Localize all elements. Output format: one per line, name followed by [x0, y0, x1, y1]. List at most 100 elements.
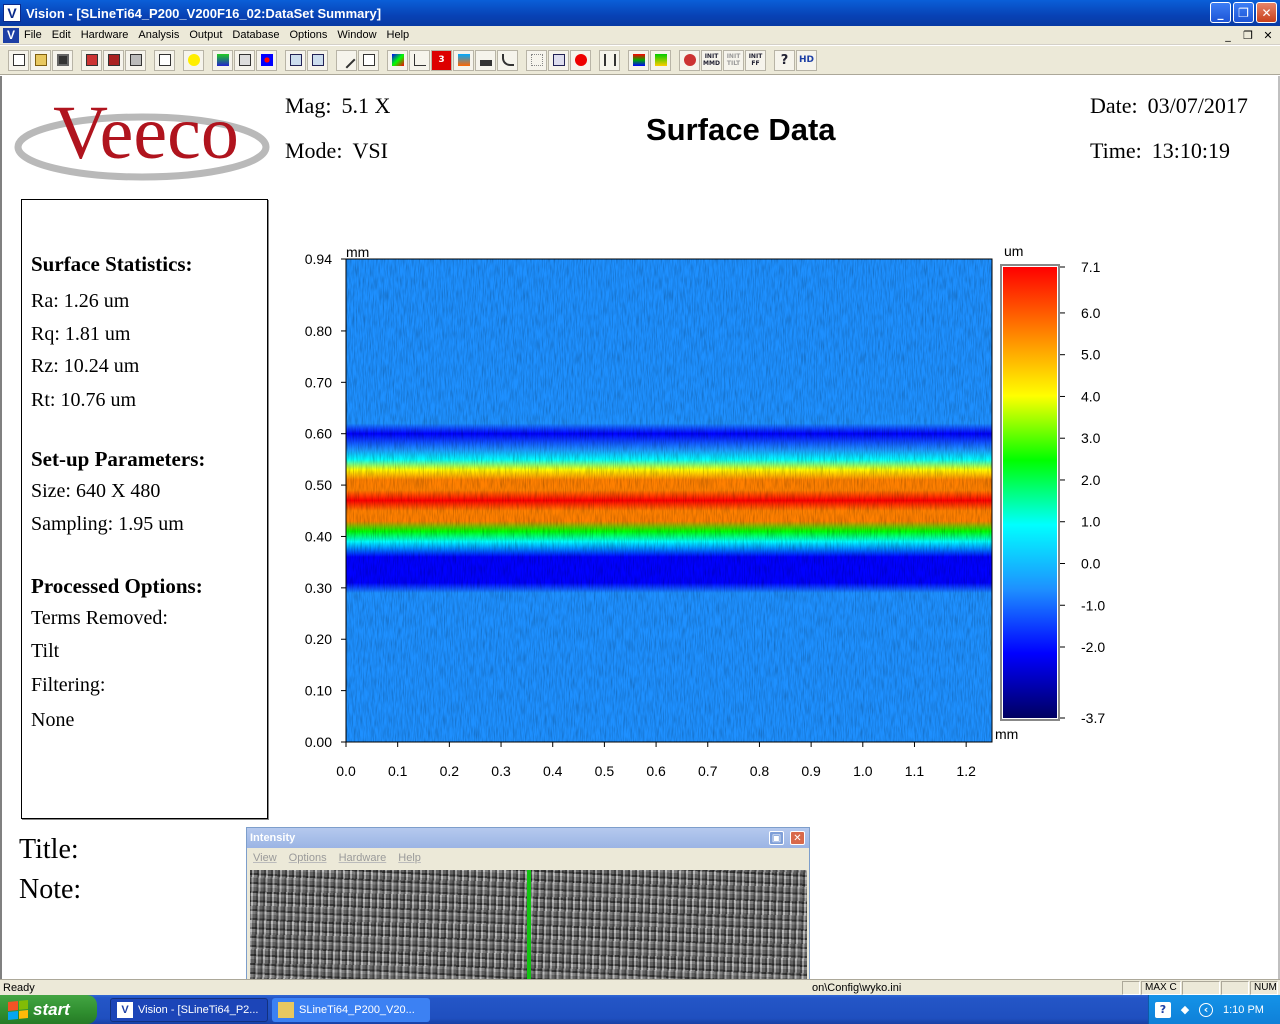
- mode-field: Mode: VSI: [285, 138, 388, 164]
- vision-task-icon: V: [117, 1002, 133, 1018]
- colorbar-tick-label: 2.0: [1081, 472, 1101, 488]
- task-vision[interactable]: V Vision - [SLineTi64_P2...: [110, 998, 268, 1022]
- minimize-button[interactable]: _: [1210, 2, 1231, 23]
- dataset-icon[interactable]: [234, 49, 255, 71]
- intensity-close-icon[interactable]: ✕: [790, 831, 805, 845]
- print-icon[interactable]: [125, 49, 146, 71]
- intensity-cursor-line[interactable]: [527, 870, 531, 995]
- light-icon[interactable]: [183, 49, 204, 71]
- status-text: Ready: [3, 981, 35, 994]
- intensity-menu-options[interactable]: Options: [289, 852, 327, 864]
- network-tray-icon[interactable]: ◆: [1177, 1002, 1193, 1018]
- task-vision-label: Vision - [SLineTi64_P2...: [138, 1004, 259, 1016]
- init-tilt-button[interactable]: INIT TILT: [723, 49, 744, 71]
- window-list-icon[interactable]: [285, 49, 306, 71]
- blank-page-icon[interactable]: [154, 49, 175, 71]
- mode-label: Mode:: [285, 138, 343, 163]
- intensity-menu-hardware[interactable]: Hardware: [339, 852, 387, 864]
- x-axis-ticks: 0.0 0.1 0.2 0.3 0.4 0.5 0.6 0.7 0.8 0.9 1.0 1.1 1.2: [336, 742, 976, 779]
- menu-output[interactable]: Output: [184, 29, 227, 41]
- x-tick-label: 0.6: [646, 763, 666, 779]
- x-tick-label: 1.0: [853, 763, 873, 779]
- intensity-menu-help[interactable]: Help: [398, 852, 421, 864]
- magnification-field: Mag: 5.1 X: [285, 93, 390, 119]
- date-value: 03/07/2017: [1147, 93, 1248, 118]
- sampling-value: Sampling: 1.95 um: [31, 513, 184, 535]
- window-grid-icon[interactable]: [307, 49, 328, 71]
- menu-options[interactable]: Options: [284, 29, 332, 41]
- mdi-controls: _ ❐ ✕: [1220, 28, 1276, 42]
- chevron-left-icon[interactable]: ‹: [1199, 1002, 1213, 1017]
- maximize-button[interactable]: ❐: [1233, 2, 1254, 23]
- task-folder-label: SLineTi64_P200_V20...: [299, 1004, 415, 1016]
- intensity-image[interactable]: [250, 870, 807, 995]
- close-button[interactable]: ✕: [1256, 2, 1277, 23]
- surface-heatmap-chart: 0.0 0.1 0.2 0.3 0.4 0.5 0.6 0.7 0.8 0.9 1.0 1.1 1.2 …: [305, 243, 1106, 779]
- filtering-value: None: [31, 709, 75, 731]
- contour-plot-icon[interactable]: [387, 49, 408, 71]
- measure-icon[interactable]: [336, 49, 357, 71]
- init-icon[interactable]: [679, 49, 700, 71]
- save-dataset-icon[interactable]: [103, 49, 124, 71]
- init-mmd-button[interactable]: INIT MMD: [701, 49, 722, 71]
- mdi-restore-button[interactable]: ❐: [1240, 28, 1256, 42]
- new-file-icon[interactable]: [8, 49, 29, 71]
- intensity-title-bar[interactable]: Intensity: [247, 828, 809, 848]
- 3d-plot-icon[interactable]: 3: [431, 49, 452, 71]
- grid-blank-icon[interactable]: [526, 49, 547, 71]
- date-label: Date:: [1090, 93, 1138, 118]
- document-menu-icon[interactable]: V: [3, 27, 19, 43]
- peaks-icon[interactable]: [650, 49, 671, 71]
- filtering-label: Filtering:: [31, 674, 106, 696]
- export-icon[interactable]: [81, 49, 102, 71]
- menu-window[interactable]: Window: [332, 29, 381, 41]
- open-folder-icon[interactable]: [30, 49, 51, 71]
- help-tray-icon[interactable]: ?: [1155, 1001, 1171, 1018]
- menu-hardware[interactable]: Hardware: [76, 29, 134, 41]
- hd-button[interactable]: HD: [796, 49, 817, 71]
- mdi-close-button[interactable]: ✕: [1260, 28, 1276, 42]
- menu-database[interactable]: Database: [227, 29, 284, 41]
- x-tick-label: 0.2: [440, 763, 460, 779]
- pin-icon[interactable]: ▣: [769, 831, 784, 845]
- menu-help[interactable]: Help: [382, 29, 415, 41]
- status-panel-blank-1: [1122, 981, 1140, 995]
- pointer-color-icon[interactable]: [628, 49, 649, 71]
- histogram-icon[interactable]: [475, 49, 496, 71]
- interactive-3d-icon[interactable]: [453, 49, 474, 71]
- x-tick-label: 0.8: [750, 763, 770, 779]
- color-dots-icon[interactable]: [256, 49, 277, 71]
- time-field: Time: 13:10:19: [1090, 138, 1230, 164]
- rz-value: Rz: 10.24 um: [31, 355, 140, 377]
- vision-app-icon[interactable]: V: [3, 4, 21, 22]
- menu-file[interactable]: File: [19, 29, 47, 41]
- size-value: Size: 640 X 480: [31, 480, 161, 502]
- stats-chart-icon[interactable]: [548, 49, 569, 71]
- status-panel-blank-2: [1182, 981, 1220, 995]
- y-tick-label: 0.94: [305, 251, 332, 267]
- y-tick-label: 0.10: [305, 683, 332, 699]
- y-tick-label: 0.00: [305, 734, 332, 750]
- x-axis-unit: mm: [995, 726, 1018, 742]
- help-icon[interactable]: ?: [774, 49, 795, 71]
- profile-plot-icon[interactable]: [409, 49, 430, 71]
- ra-value: Ra: 1.26 um: [31, 290, 130, 312]
- curve-icon[interactable]: [497, 49, 518, 71]
- filter-icon[interactable]: [599, 49, 620, 71]
- colorbar-tick-label: 6.0: [1081, 305, 1101, 321]
- colorbar-tick-label: 5.0: [1081, 347, 1101, 363]
- mdi-minimize-button[interactable]: _: [1220, 28, 1236, 42]
- task-folder[interactable]: SLineTi64_P200_V20...: [272, 998, 430, 1022]
- save-disk-icon[interactable]: [52, 49, 73, 71]
- menu-analysis[interactable]: Analysis: [133, 29, 184, 41]
- copy-icon[interactable]: [358, 49, 379, 71]
- setup-parameters-heading: Set-up Parameters:: [31, 447, 206, 471]
- analysis-map-icon[interactable]: [212, 49, 233, 71]
- intensity-menu-view[interactable]: View: [253, 852, 277, 864]
- y-tick-label: 0.50: [305, 477, 332, 493]
- menu-edit[interactable]: Edit: [47, 29, 76, 41]
- start-button[interactable]: start: [0, 995, 97, 1024]
- intensity-window: Intensity ▣ ✕ View Options Hardware Help: [246, 827, 810, 995]
- record-icon[interactable]: [570, 49, 591, 71]
- init-ff-button[interactable]: INIT FF: [745, 49, 766, 71]
